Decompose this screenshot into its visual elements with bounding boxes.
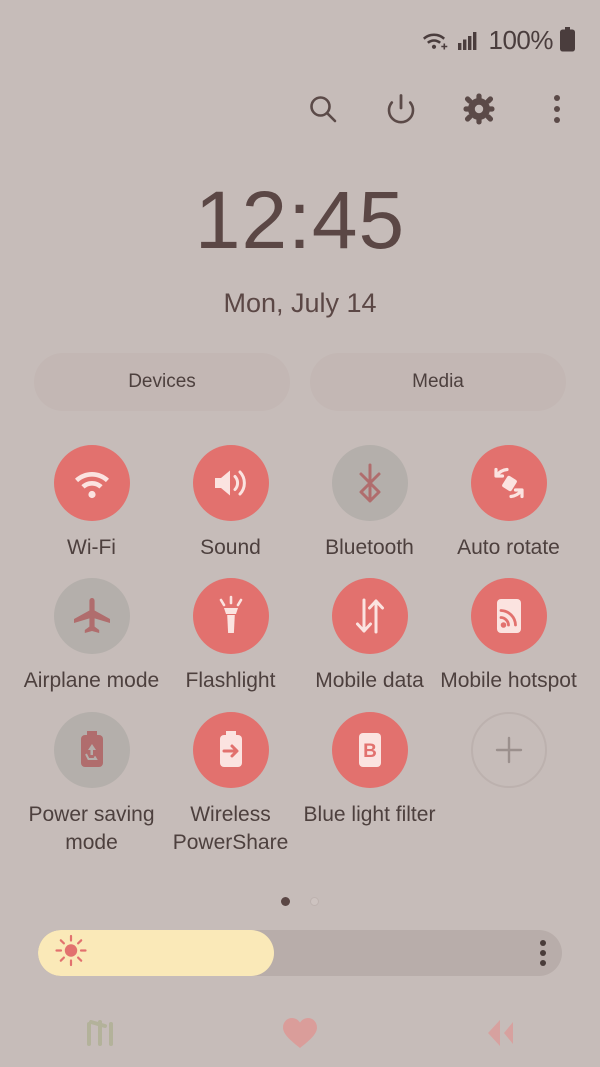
clock-time: 12:45 [194,175,406,266]
toggle-label: Auto rotate [457,536,560,559]
brightness-more-icon[interactable] [540,940,546,966]
toggle-label: Flashlight [185,669,276,693]
clock-block: 12:45 Mon, July 14 [0,180,600,319]
toggle-label: Mobile hotspot [440,669,577,693]
quick-access-pills: Devices Media [34,353,566,411]
add-icon [470,711,547,788]
toggle-grid: Wi-Fi Sound Bluetooth Auto rotate Airpla… [22,445,578,857]
toggle-airplane-mode[interactable]: Airplane mode [22,578,161,695]
svg-text:B: B [363,741,377,762]
toggle-wifi[interactable]: Wi-Fi [22,445,161,562]
page-dot-2[interactable] [310,897,319,906]
toggle-label: Power saving mode [28,802,155,855]
toggle-label: Bluetooth [325,536,414,559]
hotspot-icon [470,578,547,655]
toggle-power-saving-mode[interactable]: Power saving mode [22,711,161,858]
wifi-calling-icon [421,27,451,53]
toggle-mobile-hotspot[interactable]: Mobile hotspot [439,578,578,695]
media-button[interactable]: Media [310,353,566,411]
toggle-wireless-powershare[interactable]: Wireless PowerShare [161,711,300,858]
header-actions [302,88,578,130]
airplane-icon [53,578,130,655]
sound-icon [192,445,269,521]
toggle-bluetooth[interactable]: Bluetooth [300,445,439,562]
toggle-label: Blue light filter [303,802,436,826]
toggle-add-button[interactable] [439,711,578,858]
toggle-label: Airplane mode [23,669,160,693]
battery-percent-label: 100% [488,24,554,55]
toggle-mobile-data[interactable]: Mobile data [300,578,439,695]
wifi-icon [53,445,130,521]
quick-settings-panel: 100% 12:45 Mon, July 14 Devices Media Wi… [0,0,600,1067]
brightness-slider[interactable] [38,930,562,976]
search-icon[interactable] [302,88,344,130]
blue-light-icon: B [331,711,408,788]
more-dots [554,95,560,123]
powershare-icon [192,711,269,788]
toggle-label: Wi-Fi [67,536,116,559]
bluetooth-icon [331,445,408,521]
back-icon[interactable] [460,1005,540,1061]
power-saving-icon [53,711,130,788]
recents-icon[interactable] [60,1005,140,1061]
home-icon[interactable] [260,1005,340,1061]
clock-date: Mon, July 14 [223,288,377,318]
flashlight-icon [192,578,269,655]
status-bar: 100% [0,0,600,80]
battery-full-icon [559,27,576,53]
toggle-label: Sound [200,536,261,559]
more-vertical-icon[interactable] [536,88,578,130]
toggle-label: Wireless PowerShare [172,802,289,855]
mobile-data-icon [331,578,408,655]
page-indicator [0,897,600,906]
brightness-sun-icon [54,934,88,973]
power-icon[interactable] [380,88,422,130]
toggle-auto-rotate[interactable]: Auto rotate [439,445,578,562]
page-dot-1[interactable] [281,897,290,906]
toggle-label: Mobile data [315,669,424,693]
cellular-signal-icon [457,29,479,51]
devices-button[interactable]: Devices [34,353,290,411]
auto-rotate-icon [470,445,547,521]
navigation-bar [0,999,600,1067]
toggle-sound[interactable]: Sound [161,445,300,562]
toggle-blue-light-filter[interactable]: B Blue light filter [300,711,439,858]
toggle-flashlight[interactable]: Flashlight [161,578,300,695]
gear-icon[interactable] [458,88,500,130]
